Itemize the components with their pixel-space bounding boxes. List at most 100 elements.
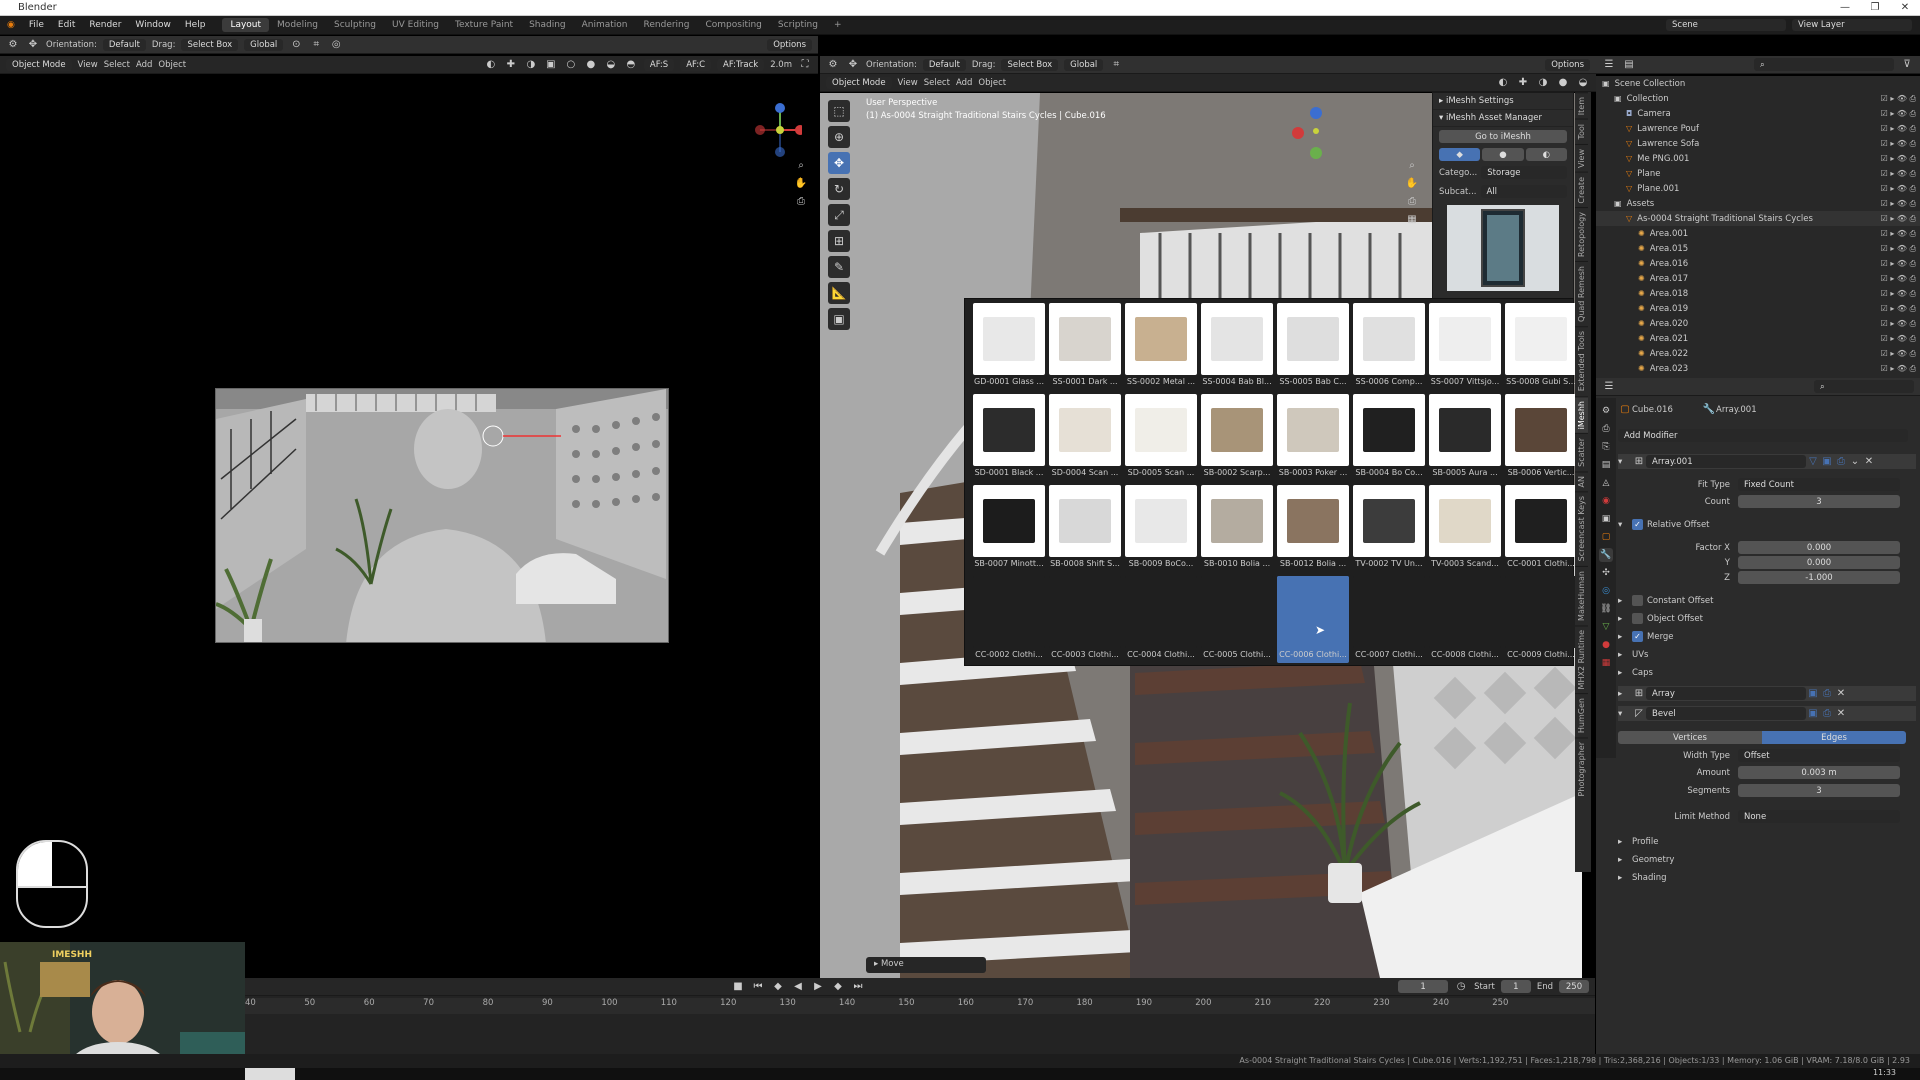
options-dropdown-2[interactable]: Options [1545, 58, 1590, 71]
tab-modeling[interactable]: Modeling [269, 18, 326, 32]
shading-material-icon[interactable]: ◒ [604, 59, 618, 71]
viewport-toggle-icon-3[interactable]: ▣ [1806, 708, 1820, 720]
profile-row[interactable]: ▸ Profile [1618, 834, 1916, 849]
collapse-icon[interactable]: ▾ [1618, 457, 1632, 467]
caps-row[interactable]: ▸ Caps [1618, 665, 1916, 680]
navigation-gizmo[interactable] [742, 100, 802, 160]
zoom-icon[interactable]: ⌕ [794, 160, 808, 172]
shading-solid-icon-2[interactable]: ● [1556, 77, 1570, 89]
outliner-row[interactable]: ▽ As-0004 Straight Traditional Stairs Cyc… [1596, 211, 1920, 226]
visibility-toggles-icon[interactable]: ☑ ▸ 👁 ⎙ [1881, 304, 1916, 314]
move-tool-icon-2[interactable]: ✥ [846, 59, 860, 71]
grid-view-icon[interactable]: ▦ [1405, 214, 1419, 226]
modifier-name-field-3[interactable]: Bevel [1646, 707, 1806, 720]
properties-search-input[interactable]: ⌕ [1814, 380, 1914, 393]
limit-method-dropdown[interactable]: None [1738, 810, 1900, 823]
af-s-button[interactable]: AF:S [643, 58, 675, 71]
outliner-row[interactable]: ▣ Scene Collection [1596, 76, 1920, 91]
shading-solid-icon[interactable]: ● [584, 59, 598, 71]
imeshh-manager-header[interactable]: ▾ iMeshh Asset Manager [1433, 110, 1573, 127]
goto-imeshh-button[interactable]: Go to iMeshh [1439, 130, 1567, 143]
prev-key-icon[interactable]: ◆ [771, 981, 785, 993]
view-layer-selector[interactable]: View Layer [1792, 19, 1912, 31]
asset-tile[interactable]: CC-0003 Clothi... [1049, 576, 1121, 663]
sidebar-tab[interactable]: View [1575, 143, 1588, 172]
mode-dropdown[interactable]: Object Mode [6, 58, 72, 71]
sidebar-tab[interactable]: Quad Remesh [1575, 261, 1588, 327]
sidebar-tab[interactable]: Screencast Keys [1575, 491, 1588, 566]
visibility-toggles-icon[interactable]: ☑ ▸ 👁 ⎙ [1881, 289, 1916, 299]
options-dropdown[interactable]: Options [767, 38, 812, 51]
sidebar-tab[interactable]: iMeshh [1575, 395, 1588, 433]
visibility-toggles-icon[interactable]: ☑ ▸ 👁 ⎙ [1881, 349, 1916, 359]
gizmo-icon[interactable]: ✚ [504, 59, 518, 71]
asset-preview-image[interactable] [1447, 205, 1559, 291]
menu-view-2[interactable]: View [898, 78, 918, 88]
factor-x-field[interactable]: 0.000 [1738, 541, 1900, 554]
asset-tile[interactable]: SB-0006 Vertic... [1505, 394, 1577, 481]
render-toggle-icon-2[interactable]: ⎙ [1820, 688, 1834, 700]
visibility-toggles-icon[interactable]: ☑ ▸ 👁 ⎙ [1881, 109, 1916, 119]
af-track-button[interactable]: AF:Track [717, 58, 765, 71]
scale-tool-icon[interactable]: ⤢ [828, 204, 850, 226]
viewport-toggle-icon-2[interactable]: ▣ [1806, 688, 1820, 700]
transform-orientation-dropdown[interactable]: Global [244, 38, 284, 51]
transform-orientation-dropdown-2[interactable]: Global [1064, 58, 1104, 71]
render-toggle-icon[interactable]: ⎙ [1834, 456, 1848, 468]
visibility-toggles-icon[interactable]: ☑ ▸ 👁 ⎙ [1881, 259, 1916, 269]
outliner-row[interactable]: ▽ Me PNG.001 ☑ ▸ 👁 ⎙ [1596, 151, 1920, 166]
asset-tile[interactable]: SS-0007 Vittsjo... [1429, 303, 1501, 390]
drag-dropdown[interactable]: Select Box [181, 38, 239, 51]
outliner-row[interactable]: ✺ Area.017 ☑ ▸ 👁 ⎙ [1596, 271, 1920, 286]
visibility-toggles-icon[interactable]: ☑ ▸ 👁 ⎙ [1881, 154, 1916, 164]
asset-tile[interactable]: CC-0008 Clothi... [1429, 576, 1501, 663]
tab-sculpting[interactable]: Sculpting [326, 18, 384, 32]
visibility-toggles-icon[interactable]: ☑ ▸ 👁 ⎙ [1881, 184, 1916, 194]
visibility-toggles-icon[interactable]: ☑ ▸ 👁 ⎙ [1881, 244, 1916, 254]
asset-tile[interactable]: TV-0002 TV Un... [1353, 485, 1425, 572]
asset-tile[interactable]: CC-0009 Clothi... [1505, 576, 1577, 663]
menu-file[interactable]: File [22, 20, 51, 30]
constant-offset-checkbox[interactable] [1632, 595, 1643, 606]
visibility-toggles-icon[interactable]: ☑ ▸ 👁 ⎙ [1881, 94, 1916, 104]
asset-tile[interactable]: SB-0002 Scarp... [1201, 394, 1273, 481]
sidebar-tab[interactable]: Create [1575, 171, 1588, 208]
subcategory-dropdown[interactable]: All [1480, 185, 1567, 198]
asset-tile[interactable]: SB-0004 Bo Co... [1353, 394, 1425, 481]
camera-view-icon[interactable]: ⎙ [794, 196, 808, 208]
menu-add[interactable]: Add [136, 60, 152, 70]
particles-props-icon[interactable]: ✣ [1599, 566, 1613, 580]
menu-view[interactable]: View [78, 60, 98, 70]
remove-modifier-icon-2[interactable]: ✕ [1834, 688, 1848, 700]
visibility-toggles-icon[interactable]: ☑ ▸ 👁 ⎙ [1881, 334, 1916, 344]
asset-tile[interactable]: SD-0005 Scan ... [1125, 394, 1197, 481]
edges-toggle[interactable]: Edges [1762, 731, 1906, 744]
jump-end-icon[interactable]: ⏭ [851, 981, 865, 993]
shading-wire-icon[interactable]: ○ [564, 59, 578, 71]
vertices-toggle[interactable]: Vertices [1618, 731, 1762, 744]
asset-tile[interactable]: TV-0003 Scand... [1429, 485, 1501, 572]
expand-icon-3[interactable]: ▸ [1618, 614, 1632, 624]
material-props-icon[interactable]: ● [1599, 638, 1613, 652]
close-icon[interactable]: ✕ [1890, 0, 1920, 16]
asset-tile[interactable]: SB-0012 Bolia ... [1277, 485, 1349, 572]
modifier-array001-header[interactable]: ▾ ⊞ Array.001 ▽ ▣ ⎙ ⌄ ✕ [1618, 454, 1916, 469]
blender-logo-icon[interactable]: ◉ [0, 20, 22, 30]
outliner-row[interactable]: ▽ Plane.001 ☑ ▸ 👁 ⎙ [1596, 181, 1920, 196]
jump-start-icon[interactable]: ⏮ [751, 981, 765, 993]
remove-modifier-icon[interactable]: ✕ [1862, 456, 1876, 468]
outliner-search-input[interactable]: ⌕ [1754, 58, 1894, 71]
outliner-row[interactable]: ✺ Area.022 ☑ ▸ 👁 ⎙ [1596, 346, 1920, 361]
sidebar-tab[interactable]: HumGen [1575, 693, 1588, 738]
modifier-array-header[interactable]: ▸ ⊞ Array ▣ ⎙ ✕ [1618, 686, 1916, 701]
xray-icon[interactable]: ▣ [544, 59, 558, 71]
modifier-menu-icon[interactable]: ⌄ [1848, 456, 1862, 468]
asset-tile[interactable]: SD-0001 Black ... [973, 394, 1045, 481]
tool-settings-icon-2[interactable]: ⚙ [826, 59, 840, 71]
modifier-bevel-header[interactable]: ▾ ◸ Bevel ▣ ⎙ ✕ [1618, 706, 1916, 721]
editor-type-icon[interactable]: ☰ [1602, 59, 1616, 71]
asset-tile[interactable]: GD-0001 Glass ... [973, 303, 1045, 390]
add-modifier-dropdown[interactable]: Add Modifier [1618, 429, 1908, 442]
asset-tile[interactable]: SB-0008 Shift S... [1049, 485, 1121, 572]
imeshh-settings-header[interactable]: ▸ iMeshh Settings [1433, 93, 1573, 110]
